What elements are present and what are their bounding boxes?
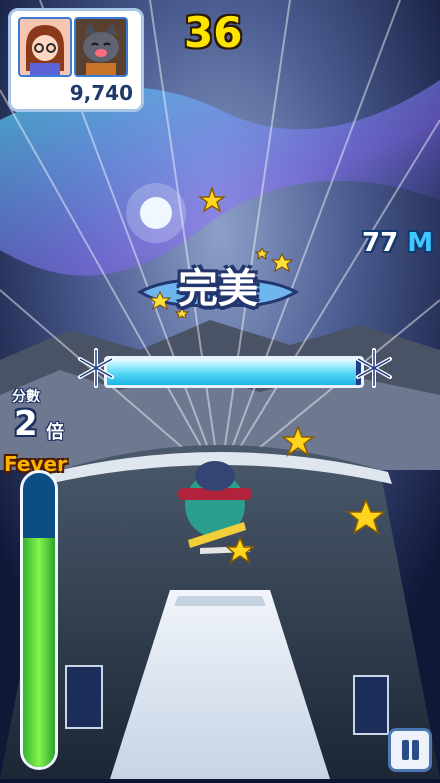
game-scene: 9,740 36 77 M 完美 分數 2 倍 Fever — [0, 0, 440, 779]
distance-unit: M — [407, 228, 434, 258]
fever-gauge — [20, 470, 58, 770]
snowflake-icon — [356, 348, 392, 388]
judgement-banner: 完美 — [130, 248, 306, 318]
score-panel: 9,740 — [8, 8, 144, 112]
countdown-timer: 36 — [184, 8, 243, 57]
pause-icon — [402, 740, 409, 760]
score-multiplier-unit: 倍 — [46, 422, 64, 443]
timing-bar-fill — [107, 359, 356, 385]
stadium-banner-left — [65, 665, 103, 729]
distance-readout: 77 M — [362, 228, 433, 258]
total-score: 9,740 — [69, 81, 133, 105]
fever-gauge-fill — [23, 537, 55, 767]
score-multiplier-label: 分數 — [12, 389, 40, 405]
player-avatar-girl — [18, 17, 72, 77]
distance-value: 77 — [362, 228, 399, 258]
timing-bar — [104, 356, 364, 388]
player-avatar-cat — [74, 17, 128, 77]
pause-button[interactable] — [388, 728, 432, 772]
score-multiplier-value: 2 — [14, 404, 38, 444]
judgement-text: 完美 — [178, 266, 258, 312]
snowflake-icon — [78, 348, 114, 388]
stadium-banner-right — [353, 675, 389, 735]
